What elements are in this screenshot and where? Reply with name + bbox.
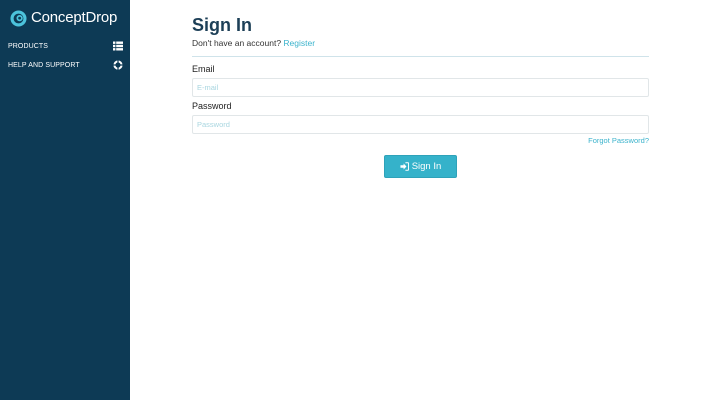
forgot-password-link[interactable]: Forgot Password? [588, 136, 649, 145]
sidebar-item-products[interactable]: PRODUCTS [0, 37, 130, 55]
divider [192, 56, 649, 57]
sidebar-item-label: HELP AND SUPPORT [8, 61, 80, 69]
password-label: Password [192, 101, 232, 111]
password-field[interactable] [192, 115, 649, 134]
register-prompt-line: Don't have an account? Register [192, 38, 315, 48]
register-link[interactable]: Register [283, 38, 315, 48]
life-ring-icon [113, 60, 123, 70]
sidebar: ConceptDrop PRODUCTS HELP AND SUPPORT [0, 0, 130, 400]
email-label: Email [192, 64, 215, 74]
page-title: Sign In [192, 15, 252, 35]
sign-in-icon [400, 162, 409, 171]
sidebar-item-help-and-support[interactable]: HELP AND SUPPORT [0, 56, 130, 74]
sidebar-item-label: PRODUCTS [8, 42, 49, 50]
brand-name: ConceptDrop [31, 9, 118, 26]
sign-in-panel: Sign In Don't have an account? Register … [192, 0, 649, 400]
concept-drop-logo-icon [10, 9, 27, 27]
sign-in-button[interactable]: Sign In [384, 155, 457, 178]
list-icon [113, 41, 123, 51]
register-prompt: Don't have an account? [192, 38, 282, 48]
sign-in-button-label: Sign In [411, 161, 442, 172]
email-field[interactable] [192, 78, 649, 97]
brand-logo[interactable]: ConceptDrop [10, 9, 117, 27]
